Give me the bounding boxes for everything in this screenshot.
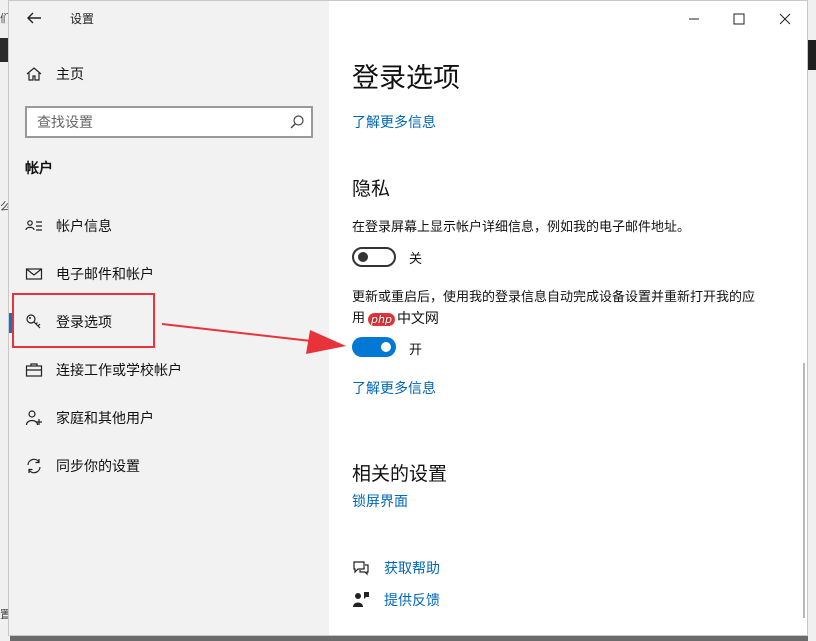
annotation-arrow — [161, 323, 346, 354]
sidebar-item-sync-settings[interactable]: 同步你的设置 — [9, 446, 329, 486]
search-input[interactable] — [35, 112, 279, 134]
sidebar-item-account-info[interactable]: 帐户信息 — [9, 206, 329, 246]
search-box[interactable] — [25, 106, 313, 138]
sidebar-item-label: 家庭和其他用户 — [56, 411, 154, 427]
sidebar-item-label: 帐户信息 — [56, 219, 112, 235]
briefcase-icon — [25, 363, 43, 377]
back-arrow-icon — [27, 12, 41, 24]
back-button[interactable] — [23, 7, 45, 29]
watermark-text: 中文网 — [396, 311, 439, 327]
window-title: 设置 — [70, 12, 95, 26]
maximize-icon[interactable] — [727, 7, 751, 31]
toggle-knob — [381, 342, 391, 352]
page-title: 登录选项 — [352, 63, 460, 94]
minimize-icon[interactable] — [682, 7, 706, 31]
related-settings-heading: 相关的设置 — [352, 463, 448, 485]
privacy-setting-desc: 在登录屏幕上显示帐户详细信息，例如我的电子邮件地址。 — [352, 220, 691, 235]
close-icon[interactable] — [773, 7, 797, 31]
feedback-link[interactable]: 提供反馈 — [384, 590, 440, 610]
home-icon — [26, 67, 42, 81]
sidebar-item-family-users[interactable]: 家庭和其他用户 — [9, 398, 329, 438]
show-account-details-toggle[interactable] — [352, 247, 396, 267]
mail-icon — [25, 268, 43, 280]
get-help-link[interactable]: 获取帮助 — [384, 558, 440, 578]
sidebar-item-home[interactable]: 主页 — [9, 54, 329, 94]
lock-screen-link[interactable]: 锁屏界面 — [352, 491, 408, 511]
learn-more-link[interactable]: 了解更多信息 — [352, 112, 436, 132]
toggle-state-label: 开 — [409, 343, 423, 358]
toggle-state-label: 关 — [409, 252, 423, 267]
privacy-heading: 隐私 — [352, 178, 391, 200]
scrollbar[interactable] — [803, 363, 805, 618]
account-info-icon — [25, 220, 42, 231]
section-heading-accounts: 帐户 — [25, 161, 53, 177]
watermark-badge: php — [368, 313, 395, 326]
sidebar-item-label: 主页 — [56, 67, 84, 83]
background-window-right-bar — [808, 40, 816, 70]
feedback-icon — [353, 592, 369, 607]
annotation-highlight-box — [12, 293, 155, 348]
watermark: php 中文网 — [368, 308, 439, 328]
sidebar-item-label: 电子邮件和帐户 — [56, 267, 154, 283]
learn-more-link[interactable]: 了解更多信息 — [352, 378, 436, 398]
background-window-right — [808, 0, 816, 641]
sidebar-item-label: 连接工作或学校帐户 — [56, 363, 182, 379]
sidebar-item-email-accounts[interactable]: 电子邮件和帐户 — [9, 254, 329, 294]
title-bar: 设置 — [9, 1, 329, 35]
sidebar-item-label: 同步你的设置 — [56, 459, 140, 475]
toggle-knob — [358, 252, 368, 262]
sync-icon — [27, 458, 41, 474]
search-icon[interactable] — [289, 114, 305, 130]
help-chat-icon — [353, 561, 369, 576]
add-person-icon — [25, 410, 42, 426]
auto-finish-setup-toggle[interactable] — [352, 337, 396, 357]
